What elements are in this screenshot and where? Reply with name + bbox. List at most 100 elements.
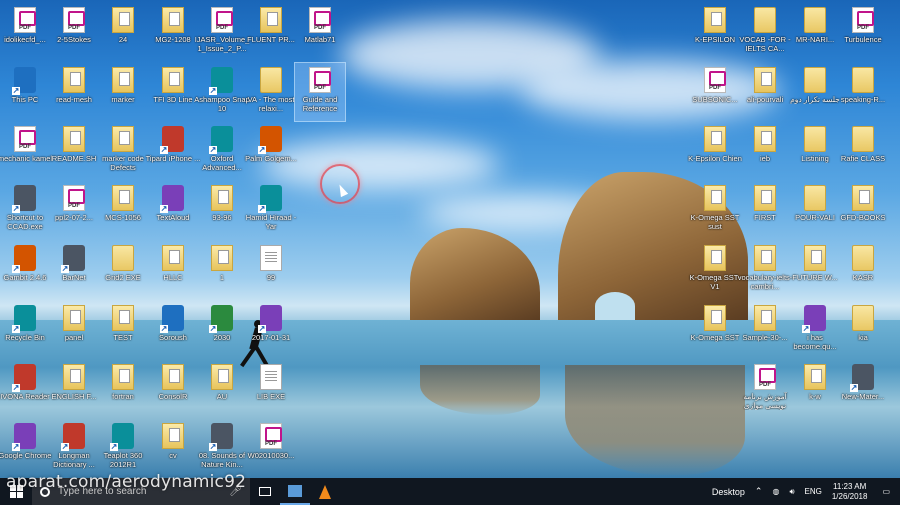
- desktop-icon[interactable]: kia: [838, 301, 888, 359]
- desktop-icon[interactable]: POUR-VALI: [790, 181, 840, 239]
- desktop-icon[interactable]: marker: [98, 63, 148, 121]
- desktop-icon[interactable]: README.SH: [49, 122, 99, 180]
- desktop-icon[interactable]: Recycle Bin: [0, 301, 50, 359]
- desktop-icon[interactable]: 1: [197, 241, 247, 299]
- desktop-icon[interactable]: K-Omega SST-V1: [690, 241, 740, 299]
- desktop-icon[interactable]: Longman Dictionary ...: [49, 419, 99, 477]
- desktop-icon[interactable]: ali-pourvali: [740, 63, 790, 121]
- desktop-icon[interactable]: PDF 2-5Stokes: [49, 3, 99, 61]
- desktop-icon[interactable]: PDF IJASR_Volume_1_Issue_2_P...: [195, 3, 249, 61]
- desktop-icon[interactable]: جلسه تکرار دوم: [790, 63, 840, 121]
- desktop-icon[interactable]: 24: [98, 3, 148, 61]
- desktop-icon[interactable]: PDF idolikecfd_...: [0, 3, 50, 61]
- desktop-icon[interactable]: KASR: [838, 241, 888, 299]
- desktop-icon-label: Ashampoo Snap 10: [194, 95, 250, 113]
- desktop-icon[interactable]: k-w: [790, 360, 840, 418]
- desktop-icon[interactable]: MR-NARI...: [790, 3, 840, 61]
- desktop-icon[interactable]: New-Mater...: [838, 360, 888, 418]
- desktop-icon[interactable]: TEST: [98, 301, 148, 359]
- desktop-icon-label: fortran: [112, 392, 134, 401]
- task-view-button[interactable]: [250, 478, 280, 505]
- desktop-icon[interactable]: K-EPSILON: [690, 3, 740, 61]
- desktop-icon[interactable]: HLLC: [148, 241, 198, 299]
- desktop-icon[interactable]: Listining: [790, 122, 840, 180]
- desktop-icon[interactable]: K-Omega SST: [690, 301, 740, 359]
- desktop-icon[interactable]: LIB EXE: [246, 360, 296, 418]
- desktop-icon[interactable]: PDF ppl2-07-2...: [49, 181, 99, 239]
- desktop-icon[interactable]: 93-96: [197, 181, 247, 239]
- desktop-icon[interactable]: speaking-R...: [838, 63, 888, 121]
- desktop-icon[interactable]: marker code Defects: [98, 122, 148, 180]
- desktop-icon[interactable]: Ashampoo Snap 10: [194, 63, 250, 121]
- desktop-icon[interactable]: Sample-30-...: [740, 301, 790, 359]
- desktop-icon[interactable]: BarNet: [49, 241, 99, 299]
- desktop-icon[interactable]: 99: [246, 241, 296, 299]
- desktop-icon-label: Teaplot 360 2012R1: [103, 451, 143, 469]
- desktop-icon[interactable]: ieb: [740, 122, 790, 180]
- desktop-icon[interactable]: IVONA Reader: [0, 360, 50, 418]
- desktop-icon[interactable]: Gambit 2.4.6: [0, 241, 50, 299]
- application-icon: [160, 185, 184, 213]
- desktop-icon[interactable]: TextAloud: [148, 181, 198, 239]
- desktop-icon[interactable]: 2017-01-31: [246, 301, 296, 359]
- desktop-icon[interactable]: TFI 3D Line: [148, 63, 198, 121]
- folder-with-document-icon: [63, 67, 85, 93]
- desktop-icon[interactable]: Rafie CLASS: [838, 122, 888, 180]
- desktop-icon[interactable]: PDF آموزش برنامه نویسی موازی: [740, 360, 790, 418]
- folder-icon: [804, 7, 826, 33]
- desktop-icon[interactable]: This PC: [0, 63, 50, 121]
- desktop-icon[interactable]: AU: [197, 360, 247, 418]
- desktop-icon[interactable]: VA - The most relaxi...: [246, 63, 296, 121]
- desktop-icon[interactable]: cv: [148, 419, 198, 477]
- language-indicator[interactable]: ENG: [800, 487, 827, 496]
- desktop-icon[interactable]: Oxford Advanced...: [197, 122, 247, 180]
- network-icon[interactable]: ◍: [767, 487, 784, 496]
- desktop-icon[interactable]: MG2-1208: [148, 3, 198, 61]
- pdf-file-icon: PDF: [260, 423, 282, 449]
- taskbar-app-1[interactable]: [280, 478, 310, 505]
- desktop[interactable]: PDF idolikecfd_... PDF 2-5Stokes 24 MG2-1208 P…: [0, 0, 900, 478]
- action-center-icon[interactable]: ▭: [872, 487, 900, 496]
- desktop-icon[interactable]: fortran: [98, 360, 148, 418]
- desktop-icon[interactable]: Google Chrome: [0, 419, 51, 477]
- application-icon: [209, 305, 233, 333]
- desktop-icon[interactable]: FLUENT PR...: [246, 3, 296, 61]
- volume-icon[interactable]: 🔊︎: [784, 487, 799, 497]
- desktop-icon[interactable]: K-Epsilon Chien: [688, 122, 742, 180]
- desktop-icon[interactable]: 08. Sounds of Nature Kin...: [197, 419, 247, 477]
- desktop-icon[interactable]: Tipard iPhone ...: [146, 122, 200, 180]
- clock[interactable]: 11:23 AM 1/26/2018: [827, 482, 873, 502]
- desktop-icon[interactable]: GFD-BOOKS: [838, 181, 888, 239]
- application-icon: [258, 185, 282, 213]
- desktop-icon-label: MCS-1056: [105, 213, 141, 222]
- desktop-icon[interactable]: VOCAB -FOR -IELTS CA...: [739, 3, 791, 61]
- desktop-icon[interactable]: PDF Turbulence: [838, 3, 888, 61]
- taskbar-app-2[interactable]: [310, 478, 340, 505]
- desktop-icon[interactable]: i has become.qu...: [790, 301, 840, 359]
- desktop-icon[interactable]: PDF Guide and Reference: [294, 62, 346, 122]
- desktop-icon[interactable]: vocabulary-ielts-cambri...: [738, 241, 792, 299]
- desktop-icon[interactable]: FIRST: [740, 181, 790, 239]
- desktop-icon[interactable]: ENGLISH F...: [49, 360, 99, 418]
- desktop-icon[interactable]: 2030: [197, 301, 247, 359]
- desktop-icon[interactable]: FUTURE W...: [790, 241, 840, 299]
- chevron-up-icon[interactable]: ⌃: [750, 486, 768, 497]
- desktop-icon[interactable]: Grid2 EXE: [98, 241, 148, 299]
- desktop-icon-label: kia: [858, 333, 868, 342]
- desktop-icon[interactable]: Teaplot 360 2012R1: [98, 419, 148, 477]
- application-icon: [61, 245, 85, 273]
- desktop-icon[interactable]: read-mesh: [49, 63, 99, 121]
- desktop-icon[interactable]: K-Omega SST sust: [690, 181, 740, 239]
- desktop-icon[interactable]: PDF W02010030...: [246, 419, 296, 477]
- desktop-icon[interactable]: PDF SUBSONIC...: [690, 63, 740, 121]
- desktop-toolbar-label[interactable]: Desktop: [707, 487, 750, 497]
- desktop-icon[interactable]: Shortcut to CCAD.exe: [0, 181, 50, 239]
- desktop-icon[interactable]: ConsolR: [148, 360, 198, 418]
- desktop-icon[interactable]: Palm Golgem...: [245, 122, 297, 180]
- desktop-icon[interactable]: PDF mechanic kamel: [0, 122, 52, 180]
- desktop-icon[interactable]: Soroush: [148, 301, 198, 359]
- desktop-icon[interactable]: MCS-1056: [98, 181, 148, 239]
- desktop-icon[interactable]: Hamid Hiraad - Yar: [246, 181, 296, 239]
- desktop-icon[interactable]: panel: [49, 301, 99, 359]
- desktop-icon[interactable]: PDF Matlab71: [295, 3, 345, 61]
